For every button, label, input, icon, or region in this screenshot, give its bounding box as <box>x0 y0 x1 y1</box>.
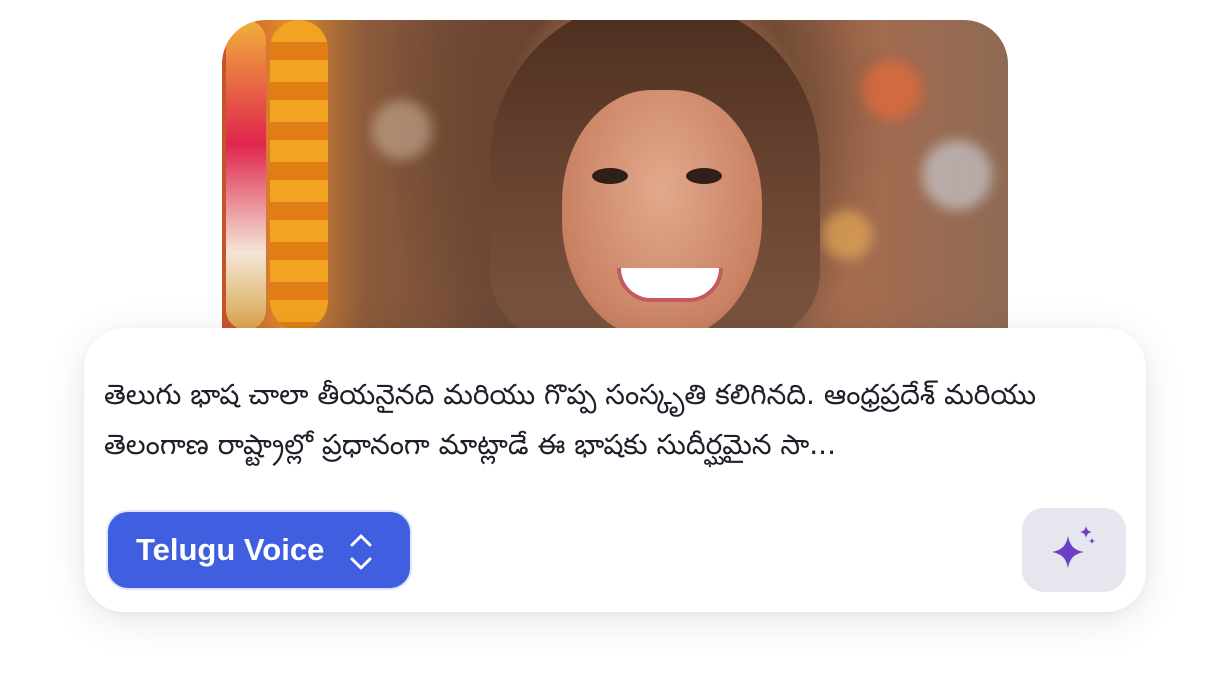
flower-garland <box>270 20 328 330</box>
sparkle-icon <box>1050 524 1098 576</box>
voice-select-label: Telugu Voice <box>136 532 325 567</box>
bokeh-light <box>822 210 872 260</box>
chevron-up-down-icon <box>350 530 372 582</box>
voice-select-button[interactable]: Telugu Voice <box>106 510 412 590</box>
text-to-speech-card: తెలుగు భాష చాలా తీయనైనది మరియు గొప్ప సంస… <box>84 328 1146 612</box>
eye <box>592 168 628 184</box>
bokeh-light <box>862 60 922 120</box>
bokeh-light <box>922 140 992 210</box>
ai-sparkle-button[interactable] <box>1022 508 1126 592</box>
flower-garland <box>226 20 266 330</box>
input-text[interactable]: తెలుగు భాష చాలా తీయనైనది మరియు గొప్ప సంస… <box>104 370 1124 470</box>
portrait-photo <box>222 20 1008 330</box>
bokeh-light <box>372 100 432 160</box>
eye <box>686 168 722 184</box>
